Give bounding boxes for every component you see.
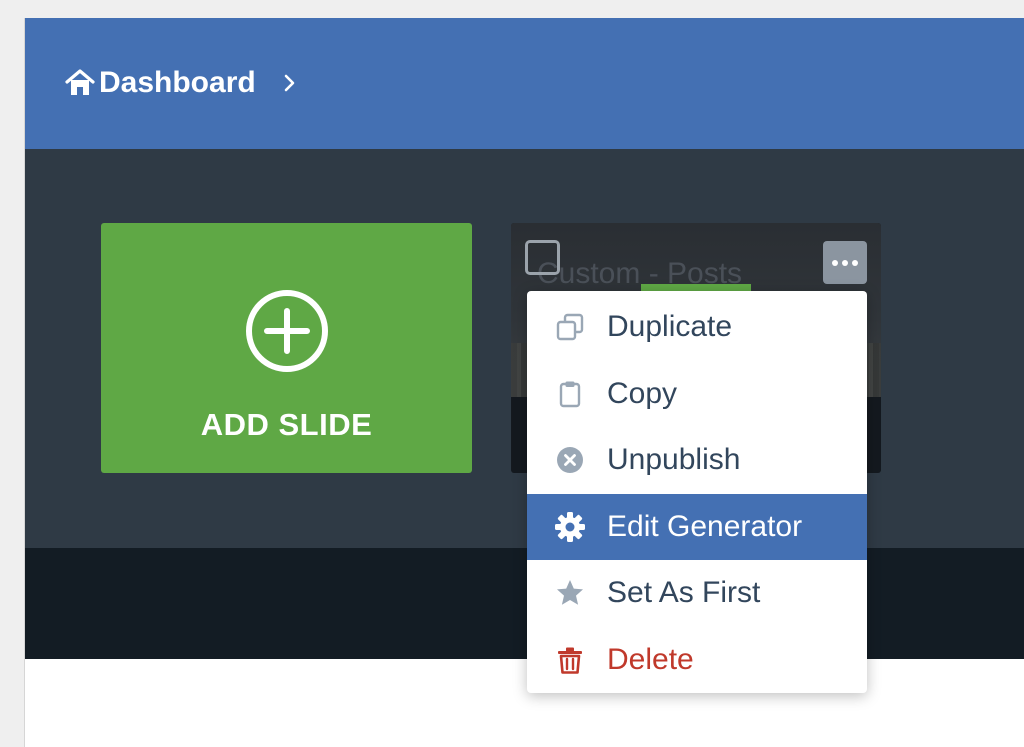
app-frame: Dashboard ADD SLIDE Custom - Posts Dupli… bbox=[24, 18, 1024, 747]
menu-item-label: Set As First bbox=[607, 576, 761, 610]
duplicate-icon bbox=[553, 310, 587, 344]
slides-footer-band bbox=[25, 548, 1024, 659]
unpublish-icon bbox=[553, 443, 587, 477]
add-slide-label: ADD SLIDE bbox=[200, 407, 373, 442]
menu-item-set-as-first[interactable]: Set As First bbox=[527, 560, 867, 627]
menu-item-label: Edit Generator bbox=[607, 509, 803, 543]
menu-item-label: Duplicate bbox=[607, 310, 733, 344]
trash-icon bbox=[553, 643, 587, 677]
slide-select-checkbox[interactable] bbox=[525, 240, 560, 275]
gear-icon bbox=[553, 510, 587, 544]
ellipsis-icon bbox=[832, 259, 838, 266]
menu-item-duplicate[interactable]: Duplicate bbox=[527, 294, 867, 361]
star-icon bbox=[553, 576, 587, 610]
menu-item-edit-generator[interactable]: Edit Generator bbox=[527, 493, 867, 560]
more-options-button[interactable] bbox=[823, 241, 867, 284]
menu-item-label: Delete bbox=[607, 642, 694, 676]
chevron-right-icon bbox=[280, 73, 300, 93]
menu-item-delete[interactable]: Delete bbox=[527, 627, 867, 694]
home-icon bbox=[63, 66, 97, 100]
top-bar: Dashboard bbox=[25, 18, 1024, 149]
slide-context-menu: Duplicate Copy Unpublish Edit Generator … bbox=[527, 291, 867, 693]
breadcrumb-dashboard-link[interactable]: Dashboard bbox=[99, 66, 256, 100]
menu-item-label: Copy bbox=[607, 376, 678, 410]
clipboard-icon bbox=[553, 377, 587, 411]
plus-circle-icon bbox=[244, 288, 330, 374]
menu-item-unpublish[interactable]: Unpublish bbox=[527, 427, 867, 494]
menu-item-copy[interactable]: Copy bbox=[527, 361, 867, 428]
breadcrumb[interactable]: Dashboard bbox=[63, 66, 300, 100]
add-slide-button[interactable]: ADD SLIDE bbox=[101, 223, 472, 473]
menu-item-label: Unpublish bbox=[607, 443, 741, 477]
